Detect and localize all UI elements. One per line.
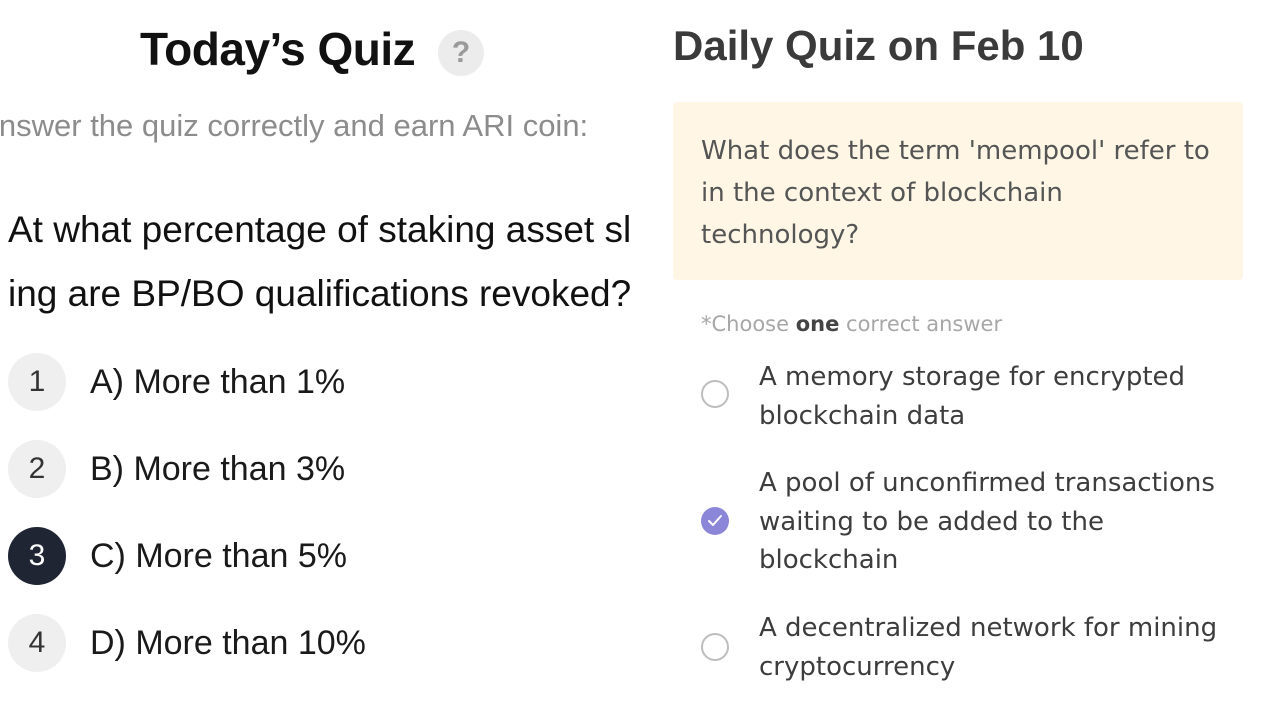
radio-checked-icon[interactable] [701,507,729,535]
page-title: Today’s Quiz [140,23,416,75]
help-icon[interactable]: ? [438,30,484,76]
hint-emphasis: one [795,312,840,336]
option-number-badge: 2 [8,440,66,498]
answer-option-1[interactable]: 1 A) More than 1% [8,352,345,412]
answer-text: A pool of unconfirmed transactions waiti… [759,468,1215,575]
answer-text: A decentralized network for mining crypt… [759,613,1218,682]
option-label: A) More than 1% [90,362,346,401]
answer-option-4[interactable]: 4 D) More than 10% [8,613,366,673]
daily-quiz-panel: Daily Quiz on Feb 10 What does the term … [645,0,1280,719]
hint-suffix: correct answer [839,312,1003,336]
option-number-badge-selected: 3 [8,527,66,585]
question-line: At what percentage of staking asset sl [8,209,632,250]
quiz-screenshot: Today’s Quiz ? ɩnswer the quiz correctly… [0,0,1280,719]
option-label: B) More than 3% [90,449,346,488]
question-text: At what percentage of staking asset sl i… [8,198,638,326]
option-label: D) More than 10% [90,623,366,662]
question-card-text: What does the term 'mempool' refer to in… [701,136,1210,250]
hint-prefix: *Choose [701,312,796,336]
todays-quiz-panel: Today’s Quiz ? ɩnswer the quiz correctly… [0,0,645,719]
option-number-badge: 4 [8,614,66,672]
option-label: C) More than 5% [90,536,347,575]
quiz-subtitle: ɩnswer the quiz correctly and earn ARI c… [0,108,589,143]
radio-unchecked-icon[interactable] [701,633,729,661]
choose-hint: *Choose one correct answer [701,312,1002,336]
checkmark-icon [708,515,722,526]
answer-option-3[interactable]: 3 C) More than 5% [8,526,347,586]
question-line: ing are BP/BO qualifications revoked? [8,273,632,314]
answer-option-2[interactable]: 2 B) More than 3% [8,439,345,499]
question-card: What does the term 'mempool' refer to in… [673,102,1243,280]
radio-unchecked-icon[interactable] [701,380,729,408]
daily-quiz-title: Daily Quiz on Feb 10 [673,22,1084,69]
answer-text: A memory storage for encrypted blockchai… [759,362,1186,431]
option-number-badge: 1 [8,353,66,411]
